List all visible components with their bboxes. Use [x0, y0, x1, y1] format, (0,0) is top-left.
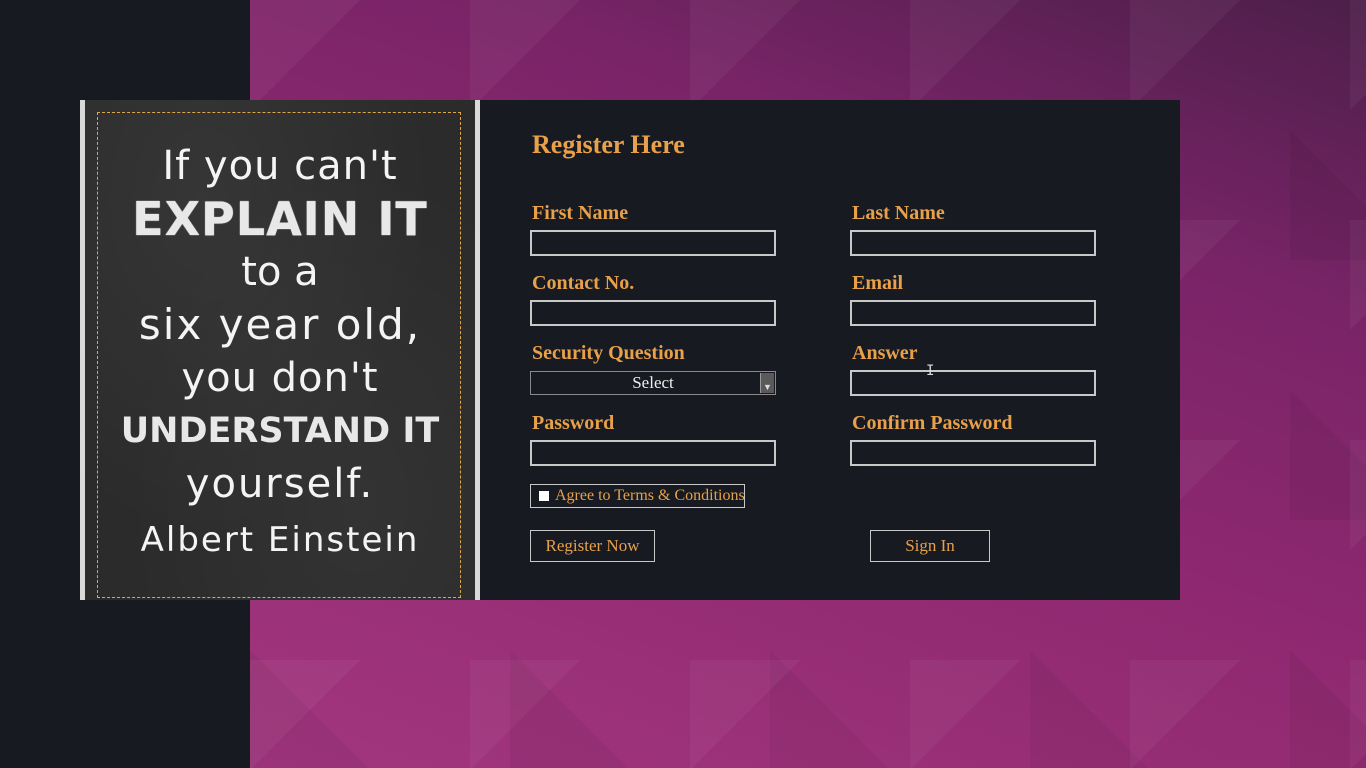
- register-now-button[interactable]: Register Now: [530, 530, 655, 562]
- quote-line-5: you don't: [181, 355, 379, 401]
- quote-author: Albert Einstein: [140, 520, 420, 560]
- password-input[interactable]: [530, 440, 776, 466]
- last-name-input[interactable]: [850, 230, 1096, 256]
- confirm-password-input[interactable]: [850, 440, 1096, 466]
- quote-line-6: UNDERSTAND IT: [120, 411, 440, 451]
- terms-label: Agree to Terms & Conditions: [555, 487, 745, 504]
- quote-line-1: If you can't: [162, 143, 398, 189]
- quote-line-3: to a: [241, 249, 319, 295]
- quote-line-7: yourself.: [185, 461, 375, 507]
- sign-in-button[interactable]: Sign In: [870, 530, 990, 562]
- password-label: Password: [532, 412, 615, 434]
- quote-text: If you can't EXPLAIN IT to a six year ol…: [85, 140, 475, 570]
- email-input[interactable]: [850, 300, 1096, 326]
- security-question-select[interactable]: Select ▼: [530, 371, 776, 395]
- confirm-password-label: Confirm Password: [852, 412, 1013, 434]
- quote-panel: If you can't EXPLAIN IT to a six year ol…: [80, 100, 480, 600]
- quote-line-2: EXPLAIN IT: [132, 192, 428, 246]
- chalkboard: If you can't EXPLAIN IT to a six year ol…: [85, 100, 475, 600]
- first-name-input[interactable]: [530, 230, 776, 256]
- answer-label: Answer: [852, 342, 918, 364]
- security-question-value: Select: [632, 373, 674, 392]
- contact-input[interactable]: [530, 300, 776, 326]
- registration-form: Register Here First Name Last Name Conta…: [480, 100, 1180, 600]
- security-question-label: Security Question: [532, 342, 685, 364]
- text-cursor-icon: I: [926, 363, 935, 379]
- form-title: Register Here: [532, 130, 685, 159]
- registration-card: If you can't EXPLAIN IT to a six year ol…: [80, 100, 1180, 600]
- last-name-label: Last Name: [852, 202, 945, 224]
- terms-checkbox-row[interactable]: Agree to Terms & Conditions: [530, 484, 745, 508]
- quote-line-4: six year old,: [138, 300, 422, 349]
- first-name-label: First Name: [532, 202, 629, 224]
- terms-checkbox[interactable]: [539, 491, 549, 501]
- email-label: Email: [852, 272, 904, 294]
- answer-input[interactable]: [850, 370, 1096, 396]
- chevron-down-icon[interactable]: ▼: [760, 373, 774, 393]
- contact-label: Contact No.: [532, 272, 635, 294]
